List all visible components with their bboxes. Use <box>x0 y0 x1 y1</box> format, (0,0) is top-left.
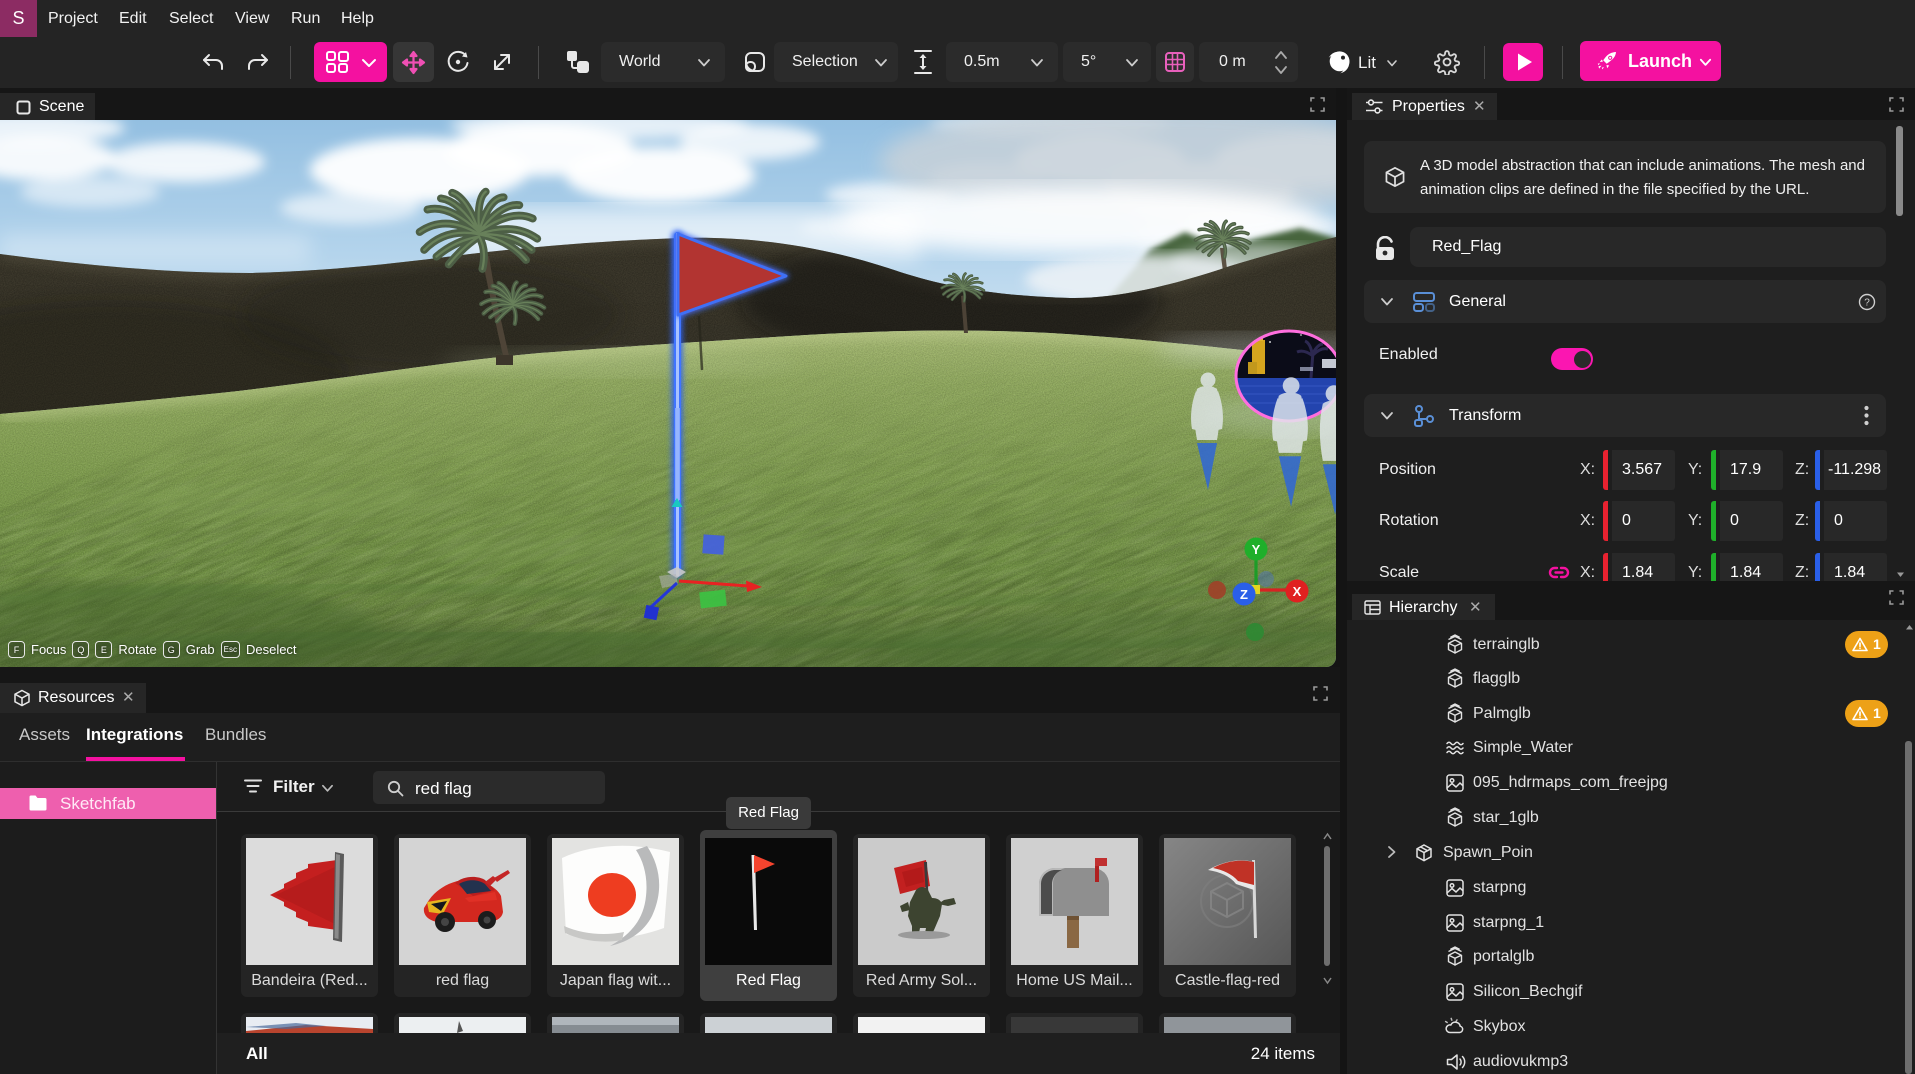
svg-text:X: X <box>1293 584 1302 599</box>
svg-text:Y: Y <box>1252 542 1261 557</box>
svg-text:Z: Z <box>1240 587 1248 602</box>
svg-text:?: ? <box>1864 298 1870 309</box>
